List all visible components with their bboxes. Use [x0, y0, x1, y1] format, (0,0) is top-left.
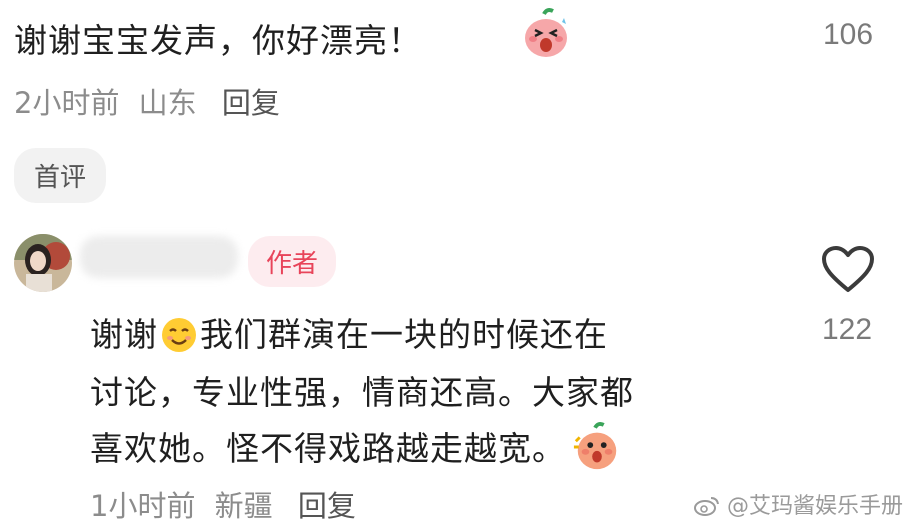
comment-text-segment: 谢谢 [90, 315, 158, 354]
comment-meta: 1小时前 新疆 回复 [90, 483, 356, 525]
like-heart-icon[interactable] [821, 246, 875, 298]
author-badge: 作者 [248, 236, 337, 287]
comment-text-content: 谢谢宝宝发声，你好漂亮！ [14, 21, 422, 60]
comment-location: 山东 [138, 86, 197, 120]
peach-mascot-emoji-icon [520, 8, 572, 64]
like-count: 122 [822, 313, 873, 346]
reply-button[interactable]: 回复 [298, 489, 356, 523]
reply-button[interactable]: 回复 [222, 86, 280, 120]
comment-text-segment: 讨论，专业性强，情商还高。大家都 [90, 372, 634, 412]
like-count: 106 [823, 18, 874, 51]
weibo-logo-icon [694, 495, 720, 523]
comment-text: 谢谢宝宝发声，你好漂亮！ [14, 14, 422, 62]
comment-text-segment: 喜欢她。怪不得戏路越走越宽。 [90, 428, 566, 468]
first-comment-tag: 首评 [14, 148, 107, 203]
comment-text: 谢谢 我们群演在一块的时候还在 讨论，专业性强，情商还高。大家都 喜欢她。怪不得… [90, 307, 634, 479]
peach-mascot-emoji-icon [572, 421, 622, 479]
comment-time: 1小时前 [90, 489, 196, 523]
avatar[interactable] [14, 234, 72, 292]
comment-location: 新疆 [214, 489, 273, 523]
comment-meta: 2小时前 山东 回复 [14, 80, 280, 122]
watermark: @艾玛酱娱乐手册 [694, 488, 903, 523]
comment-time: 2小时前 [14, 86, 120, 120]
blurred-username [80, 236, 238, 278]
watermark-text: @艾玛酱娱乐手册 [727, 494, 904, 519]
comment-text-segment: 我们群演在一块的时候还在 [200, 315, 608, 354]
smiling-face-emoji-icon [160, 309, 198, 365]
